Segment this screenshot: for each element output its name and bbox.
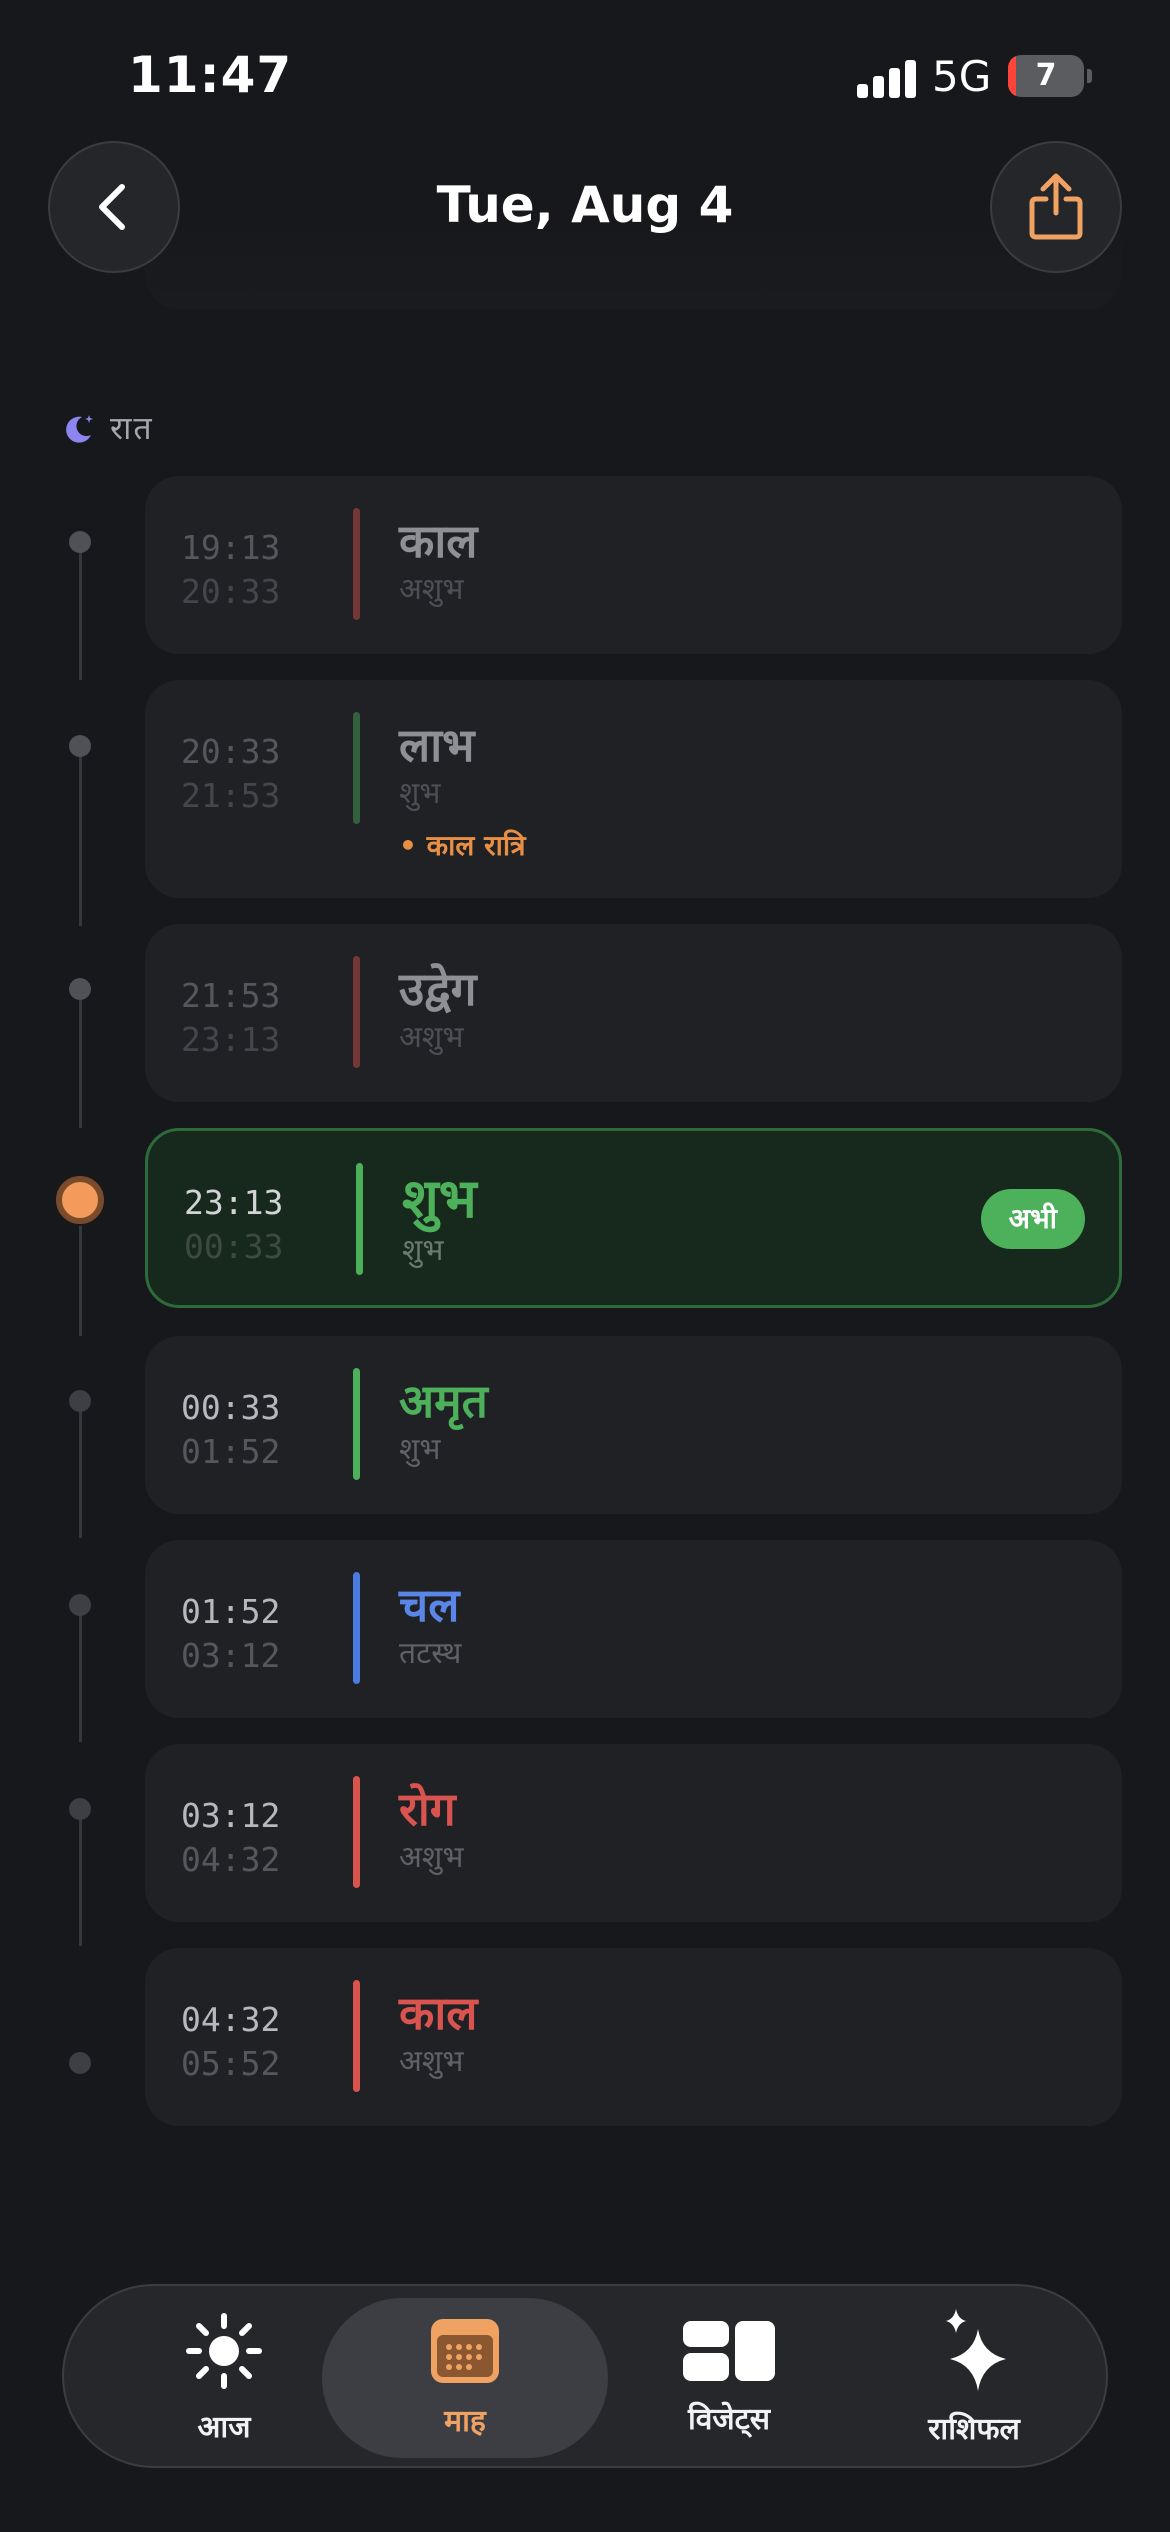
timeline-dot: [69, 1390, 91, 1412]
section-label-text: रात: [110, 409, 154, 447]
row-name: उद्वेग: [399, 962, 477, 1016]
row-times: 01:52 03:12: [181, 1590, 280, 1678]
row-end-time: 20:33: [181, 572, 281, 611]
timeline-line: [79, 1226, 82, 1336]
row-start-time: 00:33: [181, 1388, 281, 1427]
calendar-icon: [431, 2318, 499, 2383]
row-name: अमृत: [399, 1374, 488, 1428]
moon-stars-icon: [66, 414, 93, 443]
battery-level: 7: [1035, 58, 1057, 93]
tab-horoscope[interactable]: राशिफल: [864, 2286, 1084, 2470]
timeline-line: [79, 1408, 82, 1538]
status-time: 11:47: [128, 46, 293, 104]
row-type: अशुभ: [399, 1840, 464, 1875]
row-start-time: 21:53: [181, 976, 281, 1015]
share-icon: [1029, 173, 1083, 240]
timeline-dot: [69, 1594, 91, 1616]
row-times: 03:12 04:32: [181, 1794, 280, 1882]
timeline-current-dot: [56, 1176, 104, 1224]
choghadiya-row[interactable]: 20:33 21:53 लाभ शुभ • काल रात्रि: [145, 680, 1122, 898]
tab-month[interactable]: माह: [322, 2298, 608, 2458]
row-start-time: 19:13: [181, 528, 281, 567]
row-name: रोग: [399, 1782, 456, 1836]
screen: 11:47 5G 7 Tue, Aug 4 रात 19:13 20:33 का…: [0, 0, 1170, 2532]
row-end-time: 00:33: [184, 1227, 284, 1266]
row-end-time: 21:53: [181, 776, 281, 815]
timeline-line: [79, 1612, 82, 1742]
row-times: 20:33 21:53: [181, 730, 280, 818]
row-times: 04:32 05:52: [181, 1998, 280, 2086]
timeline-dot: [69, 1798, 91, 1820]
choghadiya-row[interactable]: 04:32 05:52 काल अशुभ: [145, 1948, 1122, 2126]
row-start-time: 01:52: [181, 1592, 281, 1631]
row-color-bar: [353, 1980, 360, 2092]
timeline-line: [79, 1000, 82, 1128]
row-times: 21:53 23:13: [181, 974, 280, 1062]
timeline-dot: [69, 735, 91, 757]
row-type: तटस्थ: [399, 1636, 462, 1671]
row-times: 00:33 01:52: [181, 1386, 280, 1474]
row-color-bar: [356, 1163, 363, 1275]
row-type: शुभ: [399, 1432, 441, 1467]
row-type: शुभ: [402, 1233, 444, 1268]
row-color-bar: [353, 956, 360, 1068]
tab-widgets[interactable]: विजेट्स: [624, 2286, 834, 2470]
sparkles-icon: [946, 2308, 1006, 2391]
row-type: अशुभ: [399, 572, 464, 607]
section-night-label: रात: [62, 406, 154, 449]
cellular-signal-icon: [857, 58, 917, 98]
row-color-bar: [353, 1776, 360, 1888]
row-end-time: 05:52: [181, 2044, 281, 2083]
row-type: शुभ: [399, 776, 441, 811]
choghadiya-row[interactable]: 21:53 23:13 उद्वेग अशुभ: [145, 924, 1122, 1102]
battery-icon: 7: [1008, 55, 1084, 97]
tab-label: आज: [197, 2409, 251, 2445]
row-start-time: 04:32: [181, 2000, 281, 2039]
tab-label: विजेट्स: [687, 2401, 771, 2437]
row-end-time: 23:13: [181, 1020, 281, 1059]
row-name: चल: [399, 1578, 460, 1632]
row-type: अशुभ: [399, 1020, 464, 1055]
row-note: • काल रात्रि: [399, 829, 526, 862]
network-type: 5G: [932, 52, 992, 101]
timeline-dot: [69, 978, 91, 1000]
choghadiya-row[interactable]: 03:12 04:32 रोग अशुभ: [145, 1744, 1122, 1922]
row-name: काल: [399, 514, 478, 568]
choghadiya-row-current[interactable]: 23:13 00:33 शुभ शुभ अभी: [145, 1128, 1122, 1308]
battery-cap: [1087, 69, 1092, 83]
row-name: शुभ: [402, 1167, 477, 1230]
tab-label: माह: [444, 2403, 486, 2439]
choghadiya-row[interactable]: 00:33 01:52 अमृत शुभ: [145, 1336, 1122, 1514]
timeline-line: [79, 1816, 82, 1946]
row-name: काल: [399, 1986, 478, 2040]
row-color-bar: [353, 712, 360, 824]
tab-bar: आज माह विजेट्स राशिफल: [62, 2284, 1108, 2468]
row-end-time: 01:52: [181, 1432, 281, 1471]
timeline-dot: [69, 2052, 91, 2074]
row-name: लाभ: [399, 718, 475, 772]
row-end-time: 04:32: [181, 1840, 281, 1879]
tab-label: राशिफल: [928, 2411, 1020, 2447]
row-type: अशुभ: [399, 2044, 464, 2079]
row-start-time: 20:33: [181, 732, 281, 771]
choghadiya-row[interactable]: 19:13 20:33 काल अशुभ: [145, 476, 1122, 654]
share-button[interactable]: [990, 141, 1122, 273]
row-end-time: 03:12: [181, 1636, 281, 1675]
row-color-bar: [353, 508, 360, 620]
row-color-bar: [353, 1368, 360, 1480]
sun-icon: [186, 2312, 262, 2389]
row-times: 23:13 00:33: [184, 1181, 283, 1269]
row-start-time: 23:13: [184, 1183, 284, 1222]
row-color-bar: [353, 1572, 360, 1684]
timeline-dot: [69, 531, 91, 553]
widgets-icon: [683, 2320, 775, 2381]
tab-today[interactable]: आज: [124, 2286, 324, 2470]
timeline-line: [79, 552, 82, 680]
timeline-line: [79, 756, 82, 926]
row-start-time: 03:12: [181, 1796, 281, 1835]
row-times: 19:13 20:33: [181, 526, 280, 614]
now-badge: अभी: [980, 1189, 1085, 1249]
choghadiya-row[interactable]: 01:52 03:12 चल तटस्थ: [145, 1540, 1122, 1718]
